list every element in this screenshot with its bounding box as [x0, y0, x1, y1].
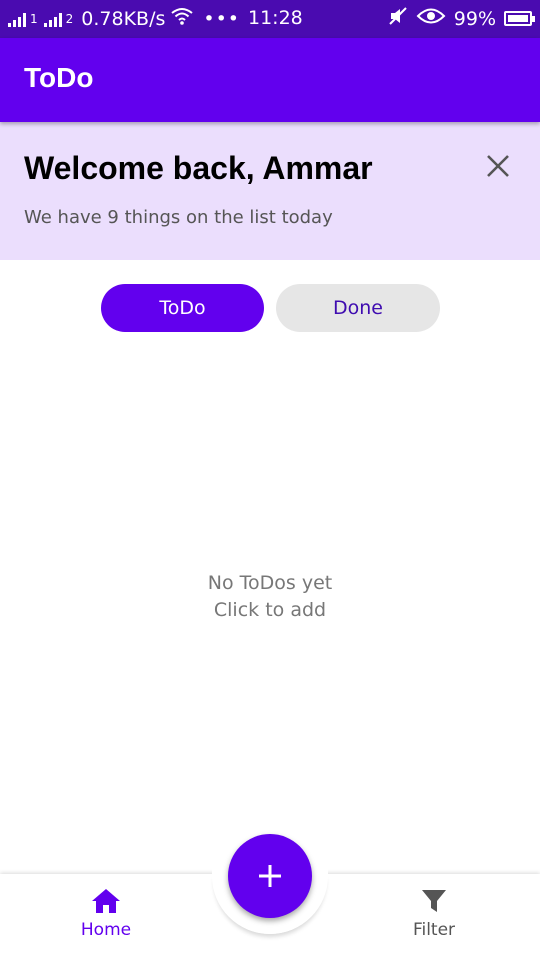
filter-icon — [422, 890, 446, 912]
app-bar: ToDo — [0, 38, 540, 122]
nav-filter[interactable]: Filter — [394, 888, 474, 954]
clock: 11:28 — [248, 7, 303, 29]
nav-filter-label: Filter — [412, 920, 456, 940]
sim1-label: 1 — [30, 11, 38, 26]
tab-done[interactable]: Done — [276, 284, 440, 332]
empty-state[interactable]: No ToDos yet Click to add — [0, 570, 540, 624]
battery-percent: 99% — [453, 7, 496, 30]
add-todo-button[interactable] — [228, 834, 312, 918]
welcome-title: Welcome back, Ammar — [24, 150, 373, 186]
nav-home-label: Home — [80, 920, 132, 940]
status-bar: 1 2 0.78KB/s ••• 11:28 99% — [0, 0, 540, 38]
empty-state-line1: No ToDos yet — [207, 572, 333, 594]
empty-state-line2: Click to add — [213, 599, 327, 621]
plus-icon — [259, 865, 281, 887]
more-dots: ••• — [203, 7, 241, 30]
close-icon — [487, 155, 509, 177]
tab-todo[interactable]: ToDo — [101, 284, 264, 332]
eye-icon — [416, 7, 446, 30]
sim2-label: 2 — [65, 11, 74, 26]
welcome-banner: Welcome back, Ammar We have 9 things on … — [0, 122, 540, 260]
network-speed: 0.78KB/s — [81, 7, 166, 30]
app-title: ToDo — [24, 62, 94, 93]
welcome-subtitle: We have 9 things on the list today — [24, 207, 333, 228]
home-icon — [92, 889, 120, 913]
wifi-icon — [171, 7, 194, 30]
nav-home[interactable]: Home — [66, 888, 146, 954]
signal-icon — [8, 11, 26, 27]
mute-icon — [388, 6, 408, 31]
close-banner-button[interactable] — [484, 152, 512, 180]
signal-icon — [43, 11, 62, 27]
battery-icon — [504, 11, 535, 26]
